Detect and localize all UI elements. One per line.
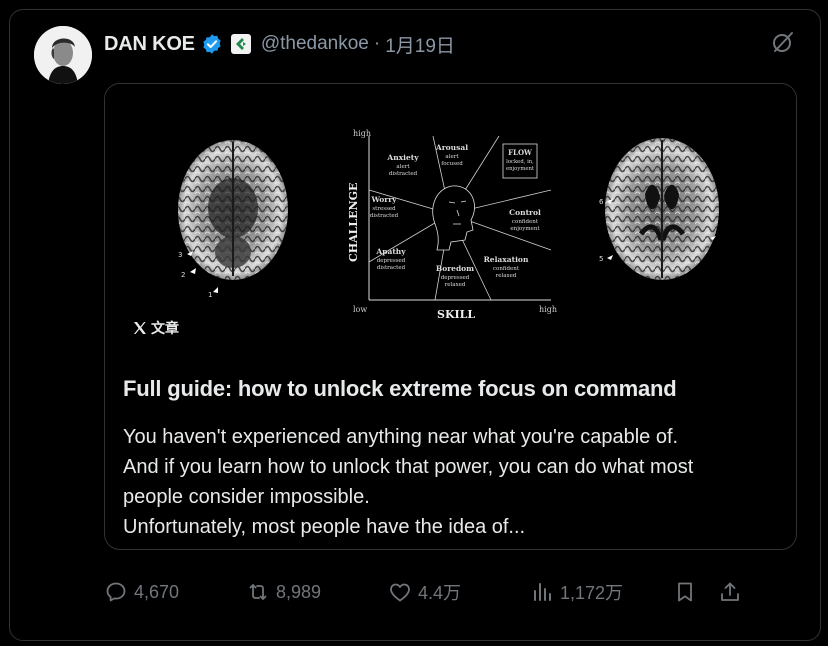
svg-text:alert: alert <box>445 154 459 160</box>
description-line: You haven't experienced anything near wh… <box>123 426 679 448</box>
svg-text:confident: confident <box>493 266 520 272</box>
like-button[interactable]: 4.4万 <box>388 578 461 606</box>
article-badge-label: 文章 <box>151 320 179 336</box>
views-count: 1,172万 <box>560 583 624 603</box>
svg-text:distracted: distracted <box>370 213 399 219</box>
svg-text:focused: focused <box>441 161 463 167</box>
region-control: Control <box>509 208 541 217</box>
svg-text:depressed: depressed <box>441 275 470 281</box>
region-apathy: Apathy <box>375 247 406 256</box>
x-axis-label: SKILL <box>437 308 475 321</box>
svg-text:relaxed: relaxed <box>496 273 517 279</box>
x-high-label: high <box>539 305 557 314</box>
reply-button[interactable]: 4,670 <box>104 578 179 606</box>
repost-icon <box>249 584 267 600</box>
author-name[interactable]: DAN KOE <box>104 33 195 56</box>
svg-text:depressed: depressed <box>377 258 406 264</box>
description-line: Unfortunately, most people have the idea… <box>123 516 526 538</box>
marker-5: 5 <box>599 255 603 263</box>
like-count: 4.4万 <box>418 583 462 603</box>
repost-button[interactable]: 8,989 <box>246 578 321 606</box>
marker-3: 3 <box>178 251 182 259</box>
y-axis-label: CHALLENGE <box>347 183 360 262</box>
analytics-icon <box>534 583 551 601</box>
brain-scan-right: 6 5 <box>599 138 719 280</box>
description-line: people consider impossible. <box>123 486 370 508</box>
svg-text:confident: confident <box>512 219 539 225</box>
svg-text:enjoyment: enjoyment <box>510 226 540 232</box>
reply-icon <box>106 582 126 602</box>
grok-icon[interactable] <box>771 30 795 54</box>
avatar[interactable] <box>34 26 92 84</box>
heart-icon <box>390 583 410 602</box>
article-card[interactable]: 3 2 1 high low high SKILL CHALLENGE Arou… <box>104 83 797 550</box>
description-line: And if you learn how to unlock that powe… <box>123 456 694 478</box>
article-title[interactable]: Full guide: how to unlock extreme focus … <box>123 376 677 402</box>
brain-scan-left: 3 2 1 <box>178 140 288 299</box>
bookmark-button[interactable] <box>673 578 697 606</box>
svg-text:distracted: distracted <box>389 171 418 177</box>
article-badge: 文章 <box>133 318 179 338</box>
repost-count: 8,989 <box>276 581 322 602</box>
post-header: DAN KOE @thedankoe · 1月19日 <box>104 30 455 58</box>
separator-dot: · <box>373 33 381 54</box>
reply-count: 4,670 <box>134 581 180 602</box>
article-cover-image: 3 2 1 high low high SKILL CHALLENGE Arou… <box>105 84 796 346</box>
svg-text:alert: alert <box>396 164 410 170</box>
x-low-label: low <box>353 305 367 314</box>
region-arousal: Arousal <box>435 143 468 152</box>
svg-text:enjoyment: enjoyment <box>506 166 535 172</box>
svg-text:distracted: distracted <box>377 265 406 271</box>
region-relaxation: Relaxation <box>484 255 529 264</box>
affiliate-logo-icon[interactable] <box>230 34 251 54</box>
share-button[interactable] <box>718 578 742 606</box>
y-high-label: high <box>353 129 371 138</box>
post-date[interactable]: 1月19日 <box>385 31 455 58</box>
region-boredom: Boredom <box>436 264 474 273</box>
author-handle[interactable]: @thedankoe <box>261 33 369 55</box>
svg-text:locked, in,: locked, in, <box>506 159 534 165</box>
bookmark-icon <box>678 582 692 602</box>
share-icon <box>721 582 739 601</box>
views-button[interactable]: 1,172万 <box>530 578 623 606</box>
flow-diagram: high low high SKILL CHALLENGE Arousal al… <box>347 129 557 321</box>
svg-text:stressed: stressed <box>372 206 396 212</box>
region-worry: Worry <box>370 195 397 204</box>
region-flow: FLOW <box>508 148 532 157</box>
article-description: You haven't experienced anything near wh… <box>123 422 783 542</box>
marker-1: 1 <box>208 291 212 299</box>
svg-text:relaxed: relaxed <box>445 282 466 288</box>
x-logo-icon <box>134 322 146 334</box>
verified-badge-icon[interactable] <box>201 33 223 55</box>
region-anxiety: Anxiety <box>386 153 419 162</box>
marker-2: 2 <box>181 271 185 279</box>
marker-6: 6 <box>599 198 604 206</box>
